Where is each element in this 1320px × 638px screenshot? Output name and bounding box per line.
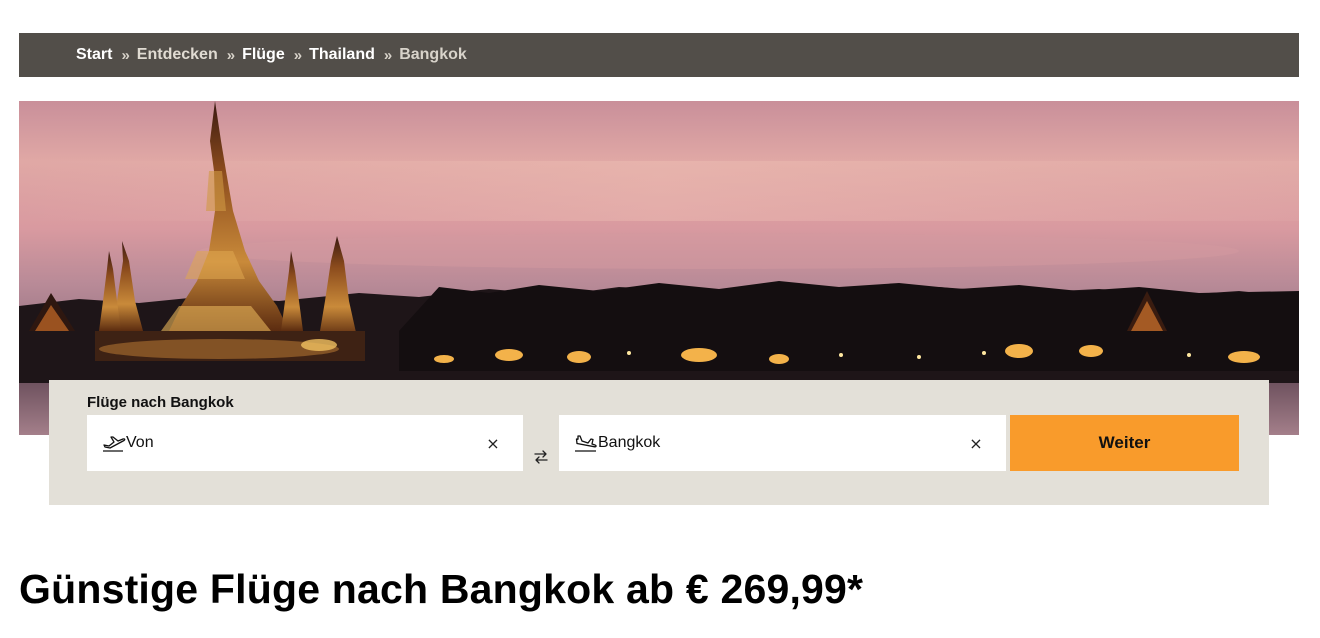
flight-search-panel: Flüge nach Bangkok Von × Bangkok × Weite… xyxy=(49,380,1269,505)
breadcrumb-list: Start » Entdecken » Flüge » Thailand » B… xyxy=(76,46,467,64)
breadcrumb-item-bangkok: Bangkok xyxy=(399,46,467,63)
origin-value: Von xyxy=(126,434,154,451)
origin-field[interactable]: Von × xyxy=(87,415,523,471)
breadcrumb-item-start[interactable]: Start xyxy=(76,46,112,64)
clear-destination-icon[interactable]: × xyxy=(964,434,988,453)
destination-value: Bangkok xyxy=(598,434,661,451)
search-title: Flüge nach Bangkok xyxy=(87,394,234,411)
breadcrumb-item-fluege[interactable]: Flüge xyxy=(242,46,285,64)
breadcrumb-item-thailand[interactable]: Thailand xyxy=(309,46,375,64)
page: Start » Entdecken » Flüge » Thailand » B… xyxy=(0,0,1320,638)
plane-arrival-icon xyxy=(574,434,598,452)
destination-field[interactable]: Bangkok × xyxy=(559,415,1006,471)
swap-arrows-icon[interactable] xyxy=(530,446,552,468)
clear-origin-icon[interactable]: × xyxy=(481,434,505,453)
page-title: Günstige Flüge nach Bangkok ab € 269,99* xyxy=(19,566,864,612)
breadcrumb-separator: » xyxy=(383,46,393,64)
breadcrumb-separator: » xyxy=(121,46,130,64)
breadcrumb: Start » Entdecken » Flüge » Thailand » B… xyxy=(19,33,1299,77)
plane-departure-icon xyxy=(102,434,126,452)
breadcrumb-separator: » xyxy=(293,46,303,64)
continue-button[interactable]: Weiter xyxy=(1010,415,1239,471)
breadcrumb-item-entdecken[interactable]: Entdecken xyxy=(137,46,218,64)
breadcrumb-separator: » xyxy=(226,46,236,64)
